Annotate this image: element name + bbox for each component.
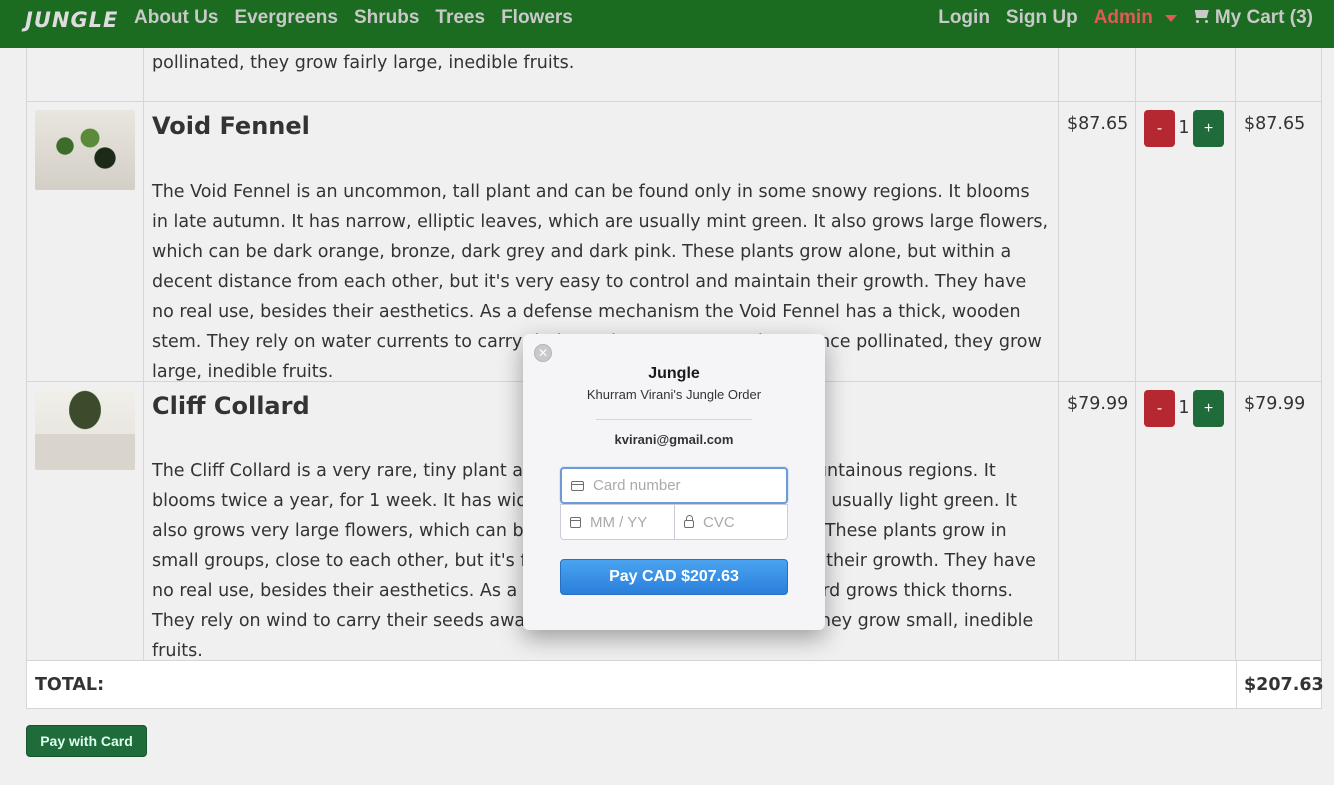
card-number-field[interactable]: Card number: [560, 467, 788, 504]
checkout-subtitle: Khurram Virani's Jungle Order: [586, 387, 762, 402]
cvc-field[interactable]: CVC: [674, 504, 788, 540]
checkout-title: Jungle: [648, 365, 700, 382]
credit-card-icon: [571, 480, 584, 491]
cvc-placeholder: CVC: [703, 513, 735, 531]
card-number-placeholder: Card number: [593, 477, 681, 494]
expiry-placeholder: MM / YY: [590, 513, 648, 531]
pay-button[interactable]: Pay CAD $207.63: [560, 559, 788, 595]
calendar-icon: [570, 516, 581, 528]
expiry-field[interactable]: MM / YY: [560, 504, 675, 540]
lock-icon: [684, 515, 694, 528]
divider: [596, 419, 752, 420]
checkout-modal: ✕ Jungle Khurram Virani's Jungle Order k…: [523, 334, 825, 630]
close-icon[interactable]: ✕: [534, 344, 552, 362]
checkout-email: kvirani@gmail.com: [614, 432, 734, 447]
